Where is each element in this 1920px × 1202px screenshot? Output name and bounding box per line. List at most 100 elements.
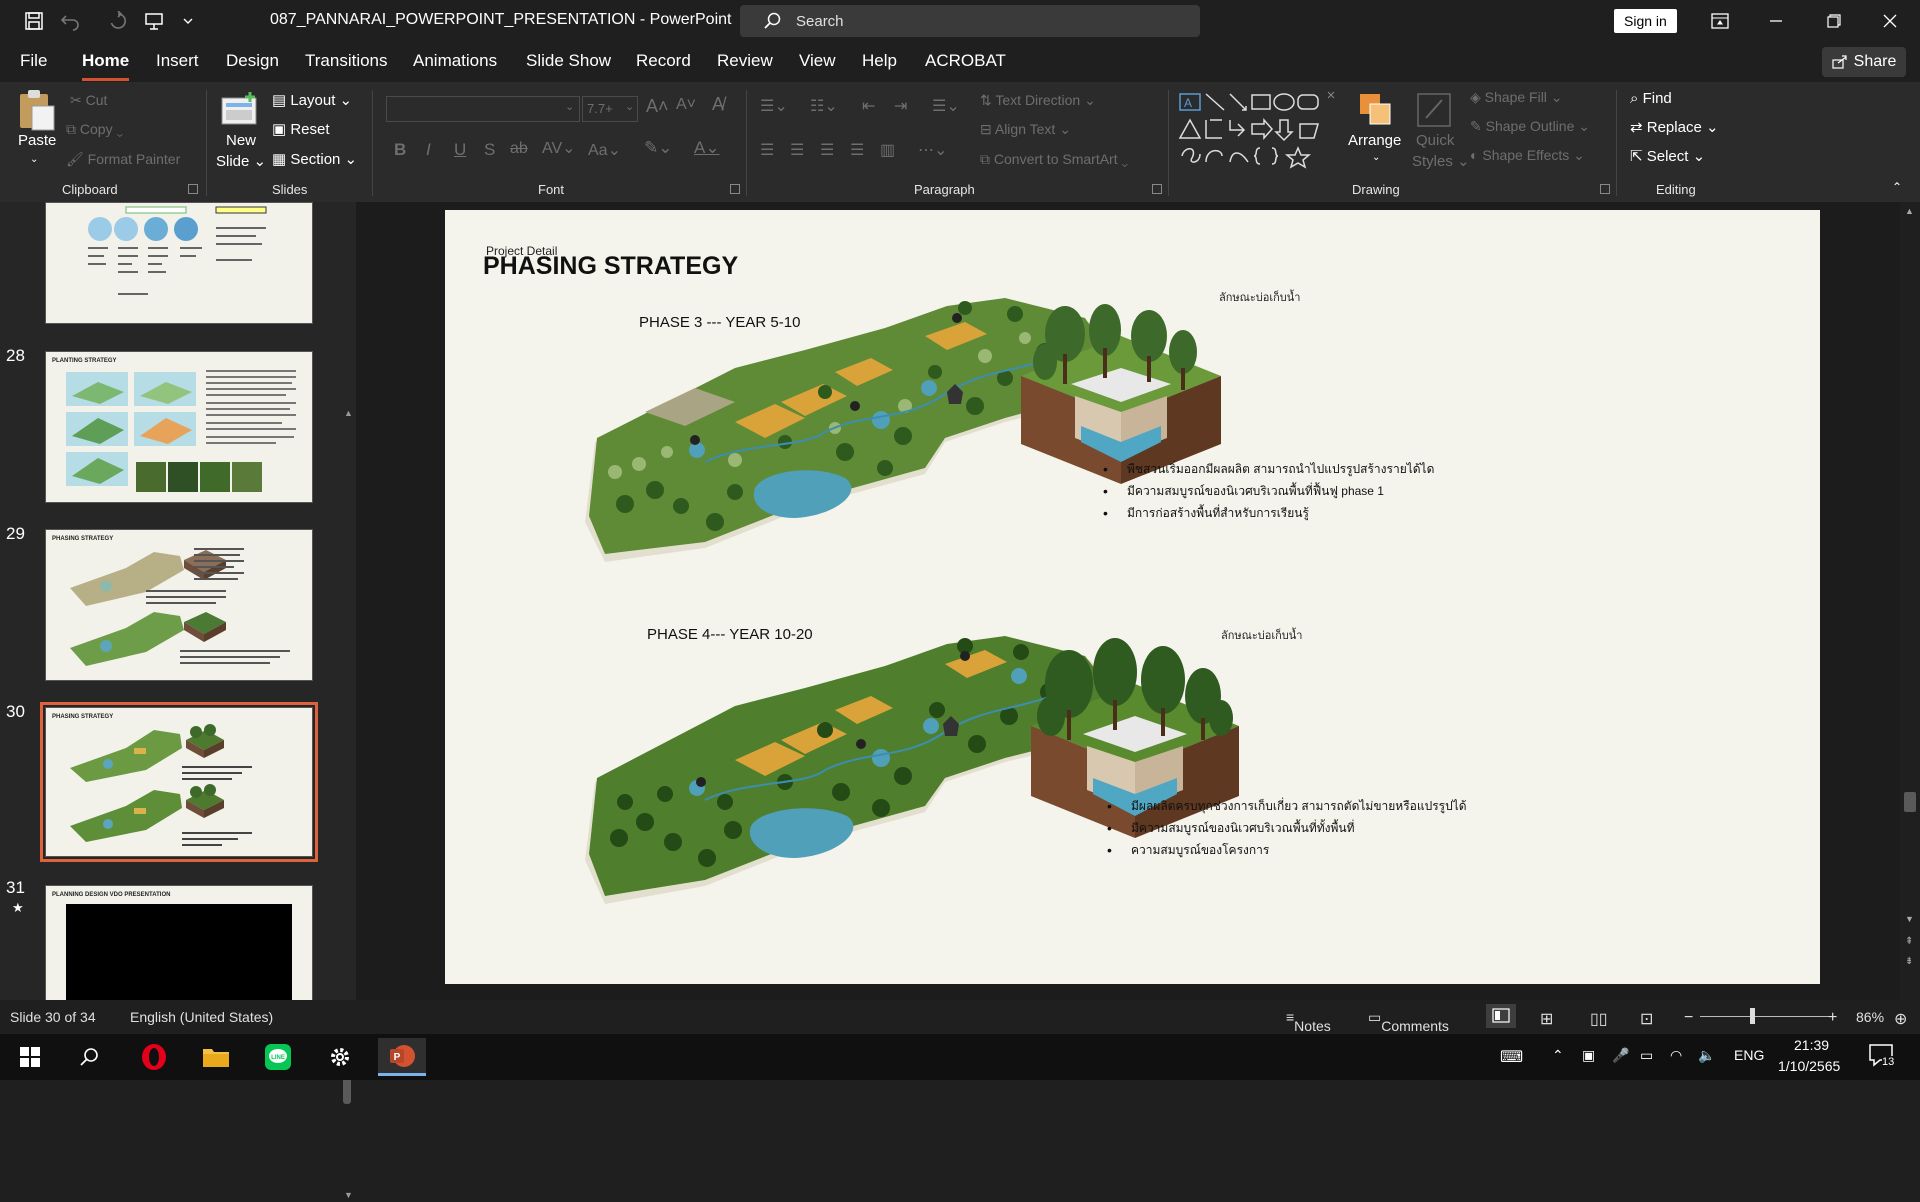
redo-icon[interactable] <box>102 8 134 34</box>
comments-button[interactable]: ▭ Comments <box>1368 1009 1449 1034</box>
tab-acrobat[interactable]: ACROBAT <box>925 51 1006 71</box>
search-box[interactable]: Search <box>740 5 1200 37</box>
paste-icon[interactable] <box>16 88 56 134</box>
line-spacing-icon[interactable]: ☰⌄ <box>932 96 960 116</box>
clear-format-icon[interactable]: A̸ <box>712 94 724 115</box>
format-painter-button[interactable]: 🖌 Format Painter <box>66 151 180 168</box>
minimize-icon[interactable] <box>1756 8 1796 34</box>
clock-time[interactable]: 21:39 <box>1794 1037 1829 1053</box>
drawing-launcher-icon[interactable] <box>1600 184 1610 194</box>
italic-icon[interactable]: I <box>426 140 431 160</box>
increase-font-icon[interactable]: A˄ <box>646 96 669 117</box>
new-slide-icon[interactable] <box>220 90 260 130</box>
slide-sorter-icon[interactable]: ⊞ <box>1540 1009 1553 1029</box>
close-icon[interactable] <box>1870 8 1910 34</box>
tab-file[interactable]: File <box>20 51 47 71</box>
shape-fill-button[interactable]: ◈ Shape Fill ⌄ <box>1470 89 1563 106</box>
arrange-icon[interactable] <box>1356 90 1396 130</box>
windows-start-icon[interactable] <box>6 1038 54 1076</box>
keyboard-icon[interactable]: ⌨ <box>1500 1047 1523 1067</box>
align-text-button[interactable]: ⊟ Align Text ⌄ <box>980 121 1071 138</box>
thumbnail-scrollbar[interactable]: ▲ ▼ <box>340 408 354 1202</box>
find-button[interactable]: ⌕ Find <box>1630 90 1672 107</box>
underline-icon[interactable]: U <box>454 140 466 160</box>
section-button[interactable]: ▦ Section ⌄ <box>272 150 357 168</box>
shape-outline-button[interactable]: ✎ Shape Outline ⌄ <box>1470 118 1590 135</box>
zoom-out-icon[interactable]: − <box>1684 1009 1693 1027</box>
next-slide-icon[interactable]: ⇟ <box>1905 956 1913 967</box>
reading-view-icon[interactable]: ▯▯ <box>1590 1009 1608 1029</box>
copy-button[interactable]: ⧉ Copy ⌄ <box>66 121 123 138</box>
powerpoint-taskbar-icon[interactable]: P <box>378 1038 426 1076</box>
tab-animations[interactable]: Animations <box>413 51 497 71</box>
slide-scrollbar[interactable]: ▲ ▼ ⇞ ⇟ <box>1900 202 1920 1000</box>
tab-review[interactable]: Review <box>717 51 773 71</box>
bullets-icon[interactable]: ☰⌄ <box>760 96 788 116</box>
slide-thumbnail-28[interactable]: PLANTING STRATEGY <box>45 351 313 503</box>
clock-date[interactable]: 1/10/2565 <box>1778 1058 1840 1074</box>
zoom-slider[interactable] <box>1700 1016 1830 1017</box>
bold-icon[interactable]: B <box>394 140 406 160</box>
numbering-icon[interactable]: ☷⌄ <box>810 96 838 116</box>
fit-slide-icon[interactable]: ⊕ <box>1894 1009 1907 1029</box>
save-icon[interactable] <box>18 8 50 34</box>
slideshow-view-icon[interactable]: ⊡ <box>1640 1009 1653 1029</box>
tab-help[interactable]: Help <box>862 51 897 71</box>
replace-button[interactable]: ⇄ Replace ⌄ <box>1630 118 1719 136</box>
paste-dropdown-icon[interactable]: ⌄ <box>30 154 38 165</box>
zoom-level[interactable]: 86% <box>1856 1009 1884 1025</box>
collapse-ribbon-icon[interactable]: ⌃ <box>1892 180 1902 194</box>
settings-gear-icon[interactable] <box>316 1038 364 1076</box>
font-size-combo[interactable]: 7.7+ ⌄ <box>582 96 638 122</box>
tab-slide-show[interactable]: Slide Show <box>526 51 611 71</box>
convert-smartart-button[interactable]: ⧉ Convert to SmartArt ⌄ <box>980 151 1128 168</box>
line-app-icon[interactable]: LINE <box>254 1038 302 1076</box>
align-left-icon[interactable]: ☰ <box>760 140 774 160</box>
char-spacing-icon[interactable]: AV⌄ <box>542 138 576 158</box>
increase-indent-icon[interactable]: ⇥ <box>894 96 907 116</box>
slide-thumbnail-29[interactable]: PHASING STRATEGY <box>45 529 313 681</box>
microphone-icon[interactable]: 🎤 <box>1612 1047 1629 1064</box>
battery-icon[interactable]: ▭ <box>1640 1047 1653 1064</box>
justify-icon[interactable]: ☰ <box>850 140 864 160</box>
show-hidden-icons-icon[interactable]: ⌃ <box>1552 1047 1564 1064</box>
new-slide-label-1[interactable]: New <box>226 132 256 149</box>
font-color-icon[interactable]: A⌄ <box>694 138 720 158</box>
shadow-icon[interactable]: S <box>484 140 495 160</box>
quick-styles-icon[interactable] <box>1414 90 1454 130</box>
previous-slide-icon[interactable]: ⇞ <box>1905 936 1913 947</box>
sign-in-button[interactable]: Sign in <box>1614 9 1677 33</box>
volume-icon[interactable]: 🔈 <box>1698 1047 1715 1064</box>
wifi-icon[interactable]: ◠ <box>1670 1047 1682 1064</box>
columns-icon[interactable]: ▥ <box>880 140 895 160</box>
notification-icon[interactable]: 13 <box>1868 1042 1898 1072</box>
share-button[interactable]: Share <box>1822 47 1906 77</box>
decrease-font-icon[interactable]: A˅ <box>676 96 696 114</box>
tab-home[interactable]: Home <box>82 51 130 81</box>
slide-title[interactable]: PHASING STRATEGY <box>483 252 738 281</box>
ribbon-display-icon[interactable] <box>1700 8 1740 34</box>
font-name-combo[interactable]: ⌄ <box>386 96 580 122</box>
strikethrough-icon[interactable]: ab <box>510 140 528 158</box>
quick-styles-button[interactable]: Styles ⌄ <box>1412 152 1470 170</box>
select-button[interactable]: ⇱ Select ⌄ <box>1630 147 1705 165</box>
tab-record[interactable]: Record <box>636 51 691 71</box>
customize-qat-icon[interactable] <box>172 8 204 34</box>
shape-effects-button[interactable]: ◐ Shape Effects ⌄ <box>1470 147 1585 164</box>
normal-view-icon[interactable] <box>1486 1004 1516 1028</box>
language-status[interactable]: English (United States) <box>130 1009 273 1025</box>
new-slide-button[interactable]: Slide ⌄ <box>216 152 266 170</box>
slide-thumbnail-27[interactable] <box>45 202 313 324</box>
align-center-icon[interactable]: ☰ <box>790 140 804 160</box>
tab-insert[interactable]: Insert <box>156 51 199 71</box>
shapes-gallery[interactable]: A <box>1178 90 1338 170</box>
highlight-icon[interactable]: ✎⌄ <box>644 138 673 158</box>
file-explorer-icon[interactable] <box>192 1038 240 1076</box>
opera-icon[interactable] <box>130 1038 178 1076</box>
slide-thumbnail-31[interactable]: PLANNING DESIGN VDO PRESENTATION <box>45 885 313 1004</box>
slide-canvas[interactable]: Project Detail PHASING STRATEGY PHASE 3 … <box>445 210 1820 984</box>
paste-button[interactable]: Paste <box>18 132 56 149</box>
taskbar-search-icon[interactable] <box>66 1038 114 1076</box>
tab-design[interactable]: Design <box>226 51 279 71</box>
zoom-in-icon[interactable]: + <box>1828 1009 1837 1027</box>
